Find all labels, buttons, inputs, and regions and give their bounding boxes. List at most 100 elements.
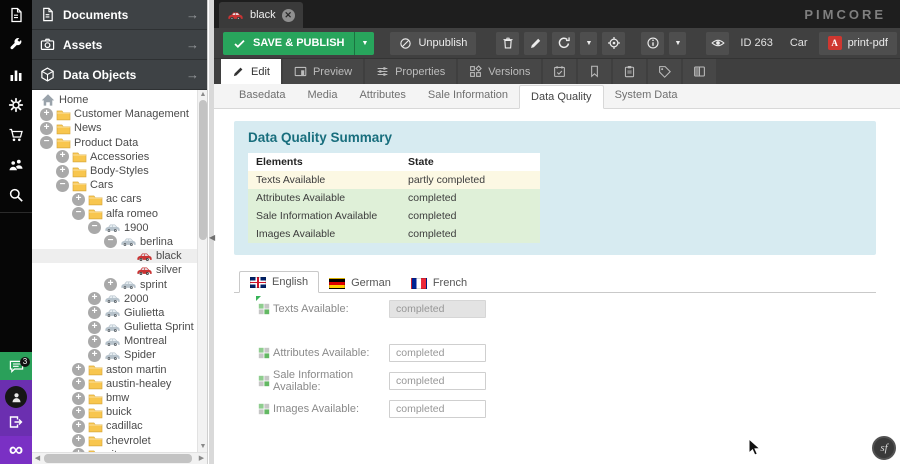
scroll-up-arrow[interactable]: ▲ bbox=[198, 90, 207, 100]
field-input[interactable] bbox=[389, 400, 486, 418]
logout-button[interactable] bbox=[0, 412, 32, 432]
accordion-data-objects[interactable]: Data Objects→ bbox=[32, 60, 207, 90]
tree-expander-plus-icon[interactable]: + bbox=[40, 122, 53, 135]
subtab-attributes[interactable]: Attributes bbox=[348, 84, 416, 108]
collapse-sidebar-arrow[interactable]: ◀ bbox=[209, 228, 215, 248]
strip-button-cart[interactable] bbox=[0, 120, 32, 150]
tree-item-1900[interactable]: −1900 bbox=[32, 221, 207, 235]
strip-button-wrench[interactable] bbox=[0, 30, 32, 60]
tree-item-customer-management[interactable]: +Customer Management bbox=[32, 107, 207, 121]
tree-item-body-styles[interactable]: +Body-Styles bbox=[32, 164, 207, 178]
tree-item-black[interactable]: black bbox=[32, 249, 207, 263]
tree-expander-plus-icon[interactable]: + bbox=[104, 278, 117, 291]
accordion-assets[interactable]: Assets→ bbox=[32, 30, 207, 60]
tree-expander-plus-icon[interactable]: + bbox=[88, 349, 101, 362]
info-options-caret[interactable]: ▼ bbox=[669, 32, 686, 55]
tree-item-2000[interactable]: +2000 bbox=[32, 292, 207, 306]
user-avatar[interactable] bbox=[5, 386, 27, 408]
tree-item-silver[interactable]: silver bbox=[32, 263, 207, 277]
tab-calendar-check[interactable] bbox=[543, 59, 576, 84]
tree-expander-minus-icon[interactable]: − bbox=[56, 179, 69, 192]
tab-book[interactable] bbox=[683, 59, 716, 84]
delete-button[interactable] bbox=[496, 32, 519, 55]
tree-item-montreal[interactable]: +Montreal bbox=[32, 334, 207, 348]
tree-item-product-data[interactable]: −Product Data bbox=[32, 136, 207, 150]
tree-vertical-scrollbar[interactable]: ▲ ▼ bbox=[197, 90, 207, 452]
tree-item-bmw[interactable]: +bmw bbox=[32, 391, 207, 405]
rename-button[interactable] bbox=[524, 32, 547, 55]
reload-button[interactable] bbox=[552, 32, 575, 55]
tab-tag[interactable] bbox=[648, 59, 681, 84]
tree-item-cadillac[interactable]: +cadillac bbox=[32, 419, 207, 433]
close-tab-icon[interactable]: ✕ bbox=[282, 9, 295, 22]
tree-expander-plus-icon[interactable]: + bbox=[72, 363, 85, 376]
tree-item-buick[interactable]: +buick bbox=[32, 405, 207, 419]
strip-button-users[interactable] bbox=[0, 150, 32, 180]
tree-expander-plus-icon[interactable]: + bbox=[56, 165, 69, 178]
tree-expander-minus-icon[interactable]: − bbox=[104, 235, 117, 248]
tree-item-ac-cars[interactable]: +ac cars bbox=[32, 192, 207, 206]
tree-expander-plus-icon[interactable]: + bbox=[88, 292, 101, 305]
subtab-basedata[interactable]: Basedata bbox=[228, 84, 296, 108]
tree-expander-plus-icon[interactable]: + bbox=[72, 392, 85, 405]
strip-button-bar-chart[interactable] bbox=[0, 60, 32, 90]
strip-button-search[interactable] bbox=[0, 180, 32, 210]
tree-item-alfa-romeo[interactable]: −alfa romeo bbox=[32, 207, 207, 221]
tree-item-giulietta[interactable]: +Giulietta bbox=[32, 306, 207, 320]
vscroll-thumb[interactable] bbox=[199, 100, 207, 240]
tree-expander-plus-icon[interactable]: + bbox=[88, 335, 101, 348]
tree-item-home[interactable]: Home bbox=[32, 93, 207, 107]
tree-item-chevrolet[interactable]: +chevrolet bbox=[32, 434, 207, 448]
save-publish-button[interactable]: SAVE & PUBLISH ▼ bbox=[223, 32, 374, 55]
tab-versions[interactable]: Versions bbox=[458, 59, 541, 84]
tree-expander-plus-icon[interactable]: + bbox=[72, 377, 85, 390]
tab-bookmark[interactable] bbox=[578, 59, 611, 84]
tab-edit[interactable]: Edit bbox=[221, 59, 281, 84]
tree-expander-minus-icon[interactable]: − bbox=[88, 221, 101, 234]
tab-properties[interactable]: Properties bbox=[365, 59, 456, 84]
tab-preview[interactable]: Preview bbox=[283, 59, 363, 84]
tree-expander-plus-icon[interactable]: + bbox=[88, 321, 101, 334]
scroll-right-arrow[interactable]: ▶ bbox=[196, 453, 207, 464]
tree-expander-minus-icon[interactable]: − bbox=[72, 207, 85, 220]
open-preview-button[interactable] bbox=[706, 32, 729, 55]
tree-expander-plus-icon[interactable]: + bbox=[72, 193, 85, 206]
tree-item-austin-healey[interactable]: +austin-healey bbox=[32, 377, 207, 391]
subtab-sale-information[interactable]: Sale Information bbox=[417, 84, 519, 108]
language-tab-german[interactable]: German bbox=[319, 273, 401, 293]
tree-item-accessories[interactable]: +Accessories bbox=[32, 150, 207, 164]
tree-item-spider[interactable]: +Spider bbox=[32, 348, 207, 362]
tree-expander-plus-icon[interactable]: + bbox=[72, 434, 85, 447]
scroll-down-arrow[interactable]: ▼ bbox=[198, 442, 207, 452]
panel-splitter[interactable]: ◀ bbox=[208, 0, 214, 464]
subtab-data-quality[interactable]: Data Quality bbox=[519, 85, 604, 109]
unpublish-button[interactable]: Unpublish bbox=[390, 32, 476, 55]
field-input[interactable] bbox=[389, 300, 486, 318]
language-tab-english[interactable]: English bbox=[239, 271, 319, 293]
tree-item-sprint[interactable]: +sprint bbox=[32, 277, 207, 291]
info-button[interactable] bbox=[641, 32, 664, 55]
accordion-documents[interactable]: Documents→ bbox=[32, 0, 207, 30]
reload-options-caret[interactable]: ▼ bbox=[580, 32, 597, 55]
notifications-button[interactable]: 3 bbox=[0, 352, 32, 380]
tree-expander-minus-icon[interactable]: − bbox=[40, 136, 53, 149]
tree-item-cars[interactable]: −Cars bbox=[32, 178, 207, 192]
print-pdf-button[interactable]: A print-pdf bbox=[819, 32, 897, 55]
subtab-media[interactable]: Media bbox=[296, 84, 348, 108]
locate-in-tree-button[interactable] bbox=[602, 32, 625, 55]
tree-item-aston-martin[interactable]: +aston martin bbox=[32, 363, 207, 377]
subtab-system-data[interactable]: System Data bbox=[604, 84, 689, 108]
tree-expander-plus-icon[interactable]: + bbox=[40, 108, 53, 121]
scroll-left-arrow[interactable]: ◀ bbox=[32, 453, 43, 464]
tree-horizontal-scrollbar[interactable]: ◀ ▶ bbox=[32, 452, 207, 464]
language-tab-french[interactable]: French bbox=[401, 273, 477, 293]
field-input[interactable] bbox=[389, 372, 486, 390]
tree-expander-plus-icon[interactable]: + bbox=[88, 306, 101, 319]
tree-item-berlina[interactable]: −berlina bbox=[32, 235, 207, 249]
tab-clipboard[interactable] bbox=[613, 59, 646, 84]
strip-button-gear[interactable] bbox=[0, 90, 32, 120]
field-input[interactable] bbox=[389, 344, 486, 362]
strip-button-file[interactable] bbox=[0, 0, 32, 30]
open-object-tab[interactable]: black ✕ bbox=[219, 2, 303, 28]
tree-expander-plus-icon[interactable]: + bbox=[72, 406, 85, 419]
